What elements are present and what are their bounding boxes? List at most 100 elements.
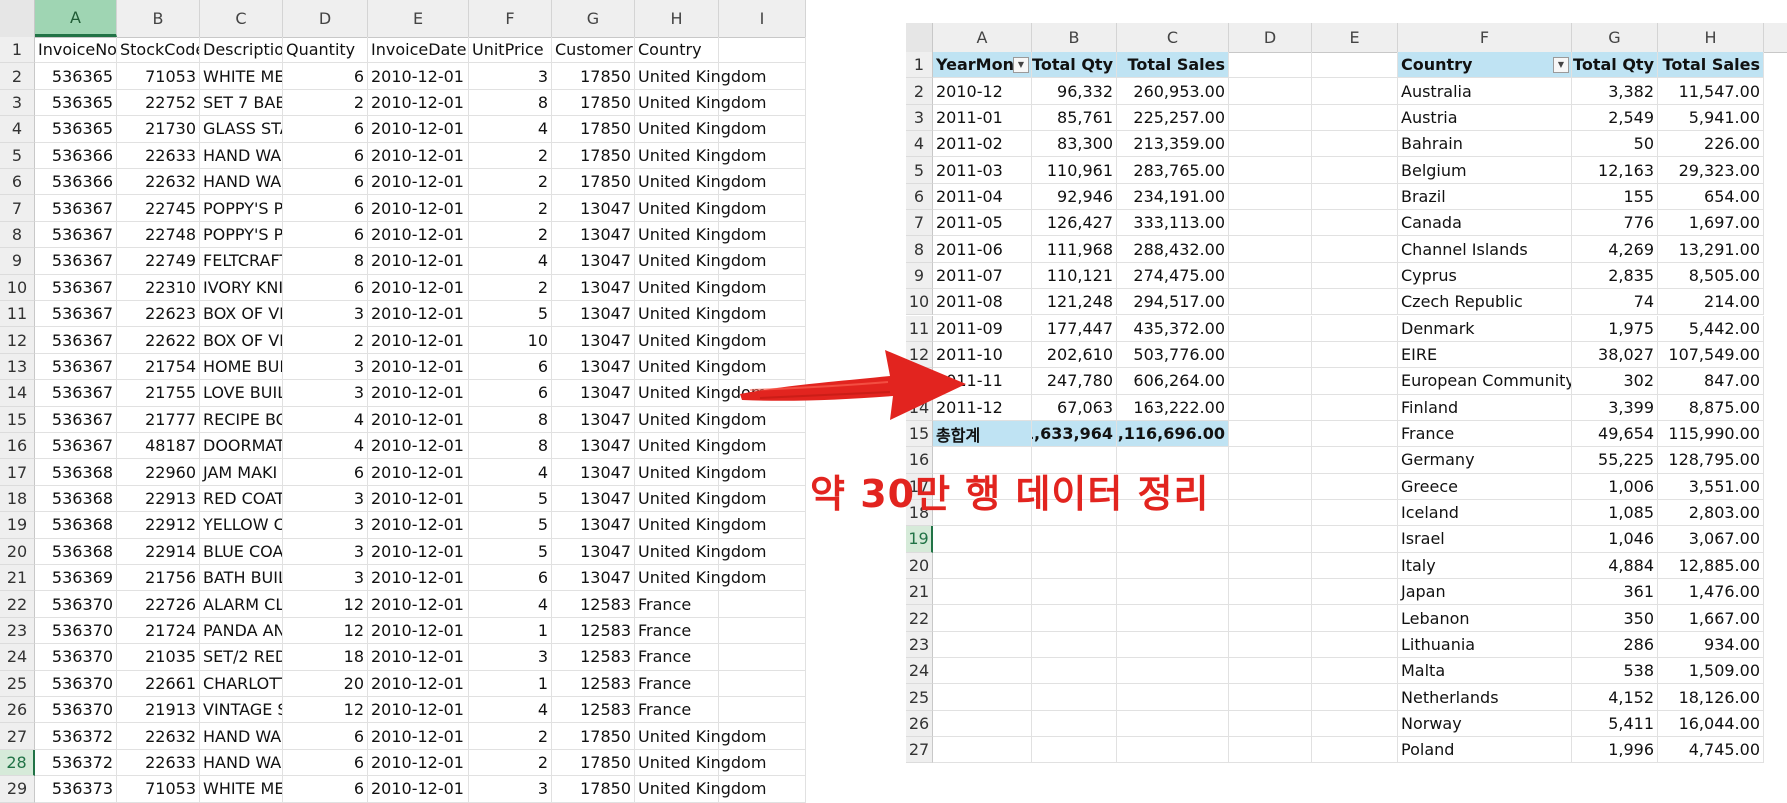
sheet-cell[interactable]: 4 xyxy=(283,406,368,433)
sheet-cell[interactable] xyxy=(1312,631,1398,659)
sheet-cell[interactable]: 29,323.00 xyxy=(1658,157,1764,184)
sheet-cell[interactable]: 6 xyxy=(283,195,368,222)
sheet-cell[interactable]: 13047 xyxy=(552,459,635,486)
sheet-cell[interactable]: 22633 xyxy=(117,749,200,777)
sheet-cell[interactable] xyxy=(719,670,806,697)
row-number[interactable]: 24 xyxy=(0,644,35,671)
sheet-cell[interactable]: 2010-12-01 xyxy=(368,116,469,143)
sheet-cell[interactable]: 606,264.00 xyxy=(1117,368,1229,395)
sheet-cell[interactable]: 22752 xyxy=(117,89,200,117)
sheet-cell[interactable] xyxy=(1312,658,1398,685)
sheet-cell[interactable]: LOVE BUIL xyxy=(200,380,283,407)
sheet-cell[interactable]: 21756 xyxy=(117,565,200,592)
sheet-cell[interactable] xyxy=(1229,78,1312,105)
sheet-cell[interactable]: 4,884 xyxy=(1572,552,1658,579)
sheet-cell[interactable] xyxy=(933,631,1032,659)
row-number[interactable]: 19 xyxy=(906,526,933,553)
sheet-cell[interactable]: 17850 xyxy=(552,142,635,169)
sheet-cell[interactable]: 96,332 xyxy=(1032,78,1117,105)
sheet-cell[interactable] xyxy=(719,301,806,328)
select-all-corner[interactable] xyxy=(0,0,35,37)
sheet-cell[interactable]: InvoiceDate xyxy=(368,37,469,64)
sheet-cell[interactable]: United Kingdom xyxy=(635,301,766,328)
sheet-cell[interactable]: 110,961 xyxy=(1032,157,1117,184)
sheet-cell[interactable]: Bahrain xyxy=(1398,131,1572,158)
pivot-header-cell[interactable]: YearMont ▼ xyxy=(933,52,1032,79)
sheet-cell[interactable] xyxy=(1229,289,1312,316)
sheet-cell[interactable]: 110,121 xyxy=(1032,262,1117,290)
sheet-cell[interactable]: 22749 xyxy=(117,248,200,275)
sheet-cell[interactable]: 6 xyxy=(469,353,552,381)
sheet-cell[interactable] xyxy=(1229,499,1312,527)
sheet-cell[interactable]: 13047 xyxy=(552,301,635,328)
sheet-cell[interactable]: 1,667.00 xyxy=(1658,605,1764,632)
sheet-cell[interactable]: United Kingdom xyxy=(635,353,766,381)
row-number[interactable]: 27 xyxy=(0,723,35,750)
sheet-cell[interactable]: France xyxy=(635,697,719,724)
sheet-cell[interactable]: 5,442.00 xyxy=(1658,315,1764,342)
pivot-header-cell[interactable]: Total Qty xyxy=(1032,52,1117,79)
sheet-cell[interactable]: 155 xyxy=(1572,183,1658,211)
sheet-cell[interactable]: 536366 xyxy=(35,169,117,196)
sheet-cell[interactable]: 49,654 xyxy=(1572,420,1658,448)
sheet-cell[interactable]: FELTCRAFT xyxy=(200,248,283,275)
sheet-cell[interactable] xyxy=(1312,236,1398,263)
sheet-cell[interactable]: France xyxy=(635,591,719,618)
sheet-cell[interactable] xyxy=(719,538,806,565)
sheet-cell[interactable]: European Community xyxy=(1398,368,1572,395)
sheet-cell[interactable]: 8 xyxy=(283,248,368,275)
select-all-corner[interactable] xyxy=(906,23,933,52)
sheet-cell[interactable] xyxy=(1117,526,1229,553)
sheet-cell[interactable]: 83,300 xyxy=(1032,131,1117,158)
sheet-cell[interactable]: 2010-12-01 xyxy=(368,142,469,169)
sheet-cell[interactable]: 22310 xyxy=(117,274,200,301)
sheet-cell[interactable] xyxy=(719,723,806,750)
sheet-cell[interactable]: 2 xyxy=(469,195,552,222)
sheet-cell[interactable]: HAND WA xyxy=(200,142,283,169)
sheet-cell[interactable]: 2010-12-01 xyxy=(368,538,469,565)
sheet-cell[interactable]: Malta xyxy=(1398,658,1572,685)
sheet-cell[interactable]: StockCode xyxy=(117,37,200,64)
sheet-cell[interactable]: 5,941.00 xyxy=(1658,104,1764,132)
sheet-cell[interactable] xyxy=(1032,605,1117,632)
row-number[interactable]: 8 xyxy=(0,221,35,249)
sheet-cell[interactable]: 2,835 xyxy=(1572,262,1658,290)
sheet-cell[interactable] xyxy=(1117,710,1229,738)
sheet-cell[interactable]: 8,875.00 xyxy=(1658,394,1764,421)
sheet-cell[interactable]: 17850 xyxy=(552,749,635,777)
sheet-cell[interactable] xyxy=(1117,658,1229,685)
sheet-cell[interactable]: 22623 xyxy=(117,301,200,328)
sheet-cell[interactable]: 48187 xyxy=(117,433,200,460)
sheet-cell[interactable]: 12 xyxy=(283,697,368,724)
sheet-cell[interactable] xyxy=(719,89,806,117)
sheet-cell[interactable]: 536367 xyxy=(35,433,117,460)
sheet-cell[interactable] xyxy=(933,737,1032,764)
row-number[interactable]: 26 xyxy=(906,710,933,738)
sheet-cell[interactable] xyxy=(1312,52,1398,79)
sheet-cell[interactable] xyxy=(933,605,1032,632)
column-header-b[interactable]: B xyxy=(1032,23,1117,52)
sheet-cell[interactable]: France xyxy=(635,670,719,697)
sheet-cell[interactable]: 361 xyxy=(1572,579,1658,606)
sheet-cell[interactable]: 536368 xyxy=(35,538,117,565)
column-header-d[interactable]: D xyxy=(1229,23,1312,52)
column-header-g[interactable]: G xyxy=(1572,23,1658,52)
sheet-cell[interactable]: BOX OF VI xyxy=(200,301,283,328)
sheet-cell[interactable] xyxy=(1229,526,1312,553)
sheet-cell[interactable]: 3,551.00 xyxy=(1658,473,1764,500)
sheet-cell[interactable] xyxy=(1312,605,1398,632)
sheet-cell[interactable] xyxy=(1229,552,1312,579)
sheet-cell[interactable]: 21724 xyxy=(117,617,200,645)
sheet-cell[interactable]: 13047 xyxy=(552,512,635,539)
sheet-cell[interactable]: 71053 xyxy=(117,63,200,90)
sheet-cell[interactable] xyxy=(1312,420,1398,448)
row-number[interactable]: 10 xyxy=(906,289,933,316)
sheet-cell[interactable]: 4 xyxy=(469,248,552,275)
sheet-cell[interactable] xyxy=(1229,368,1312,395)
sheet-cell[interactable]: 5 xyxy=(469,301,552,328)
sheet-cell[interactable]: 13047 xyxy=(552,195,635,222)
sheet-cell[interactable]: 50 xyxy=(1572,131,1658,158)
sheet-cell[interactable] xyxy=(1117,579,1229,606)
sheet-cell[interactable] xyxy=(719,221,806,249)
sheet-cell[interactable]: 85,761 xyxy=(1032,104,1117,132)
